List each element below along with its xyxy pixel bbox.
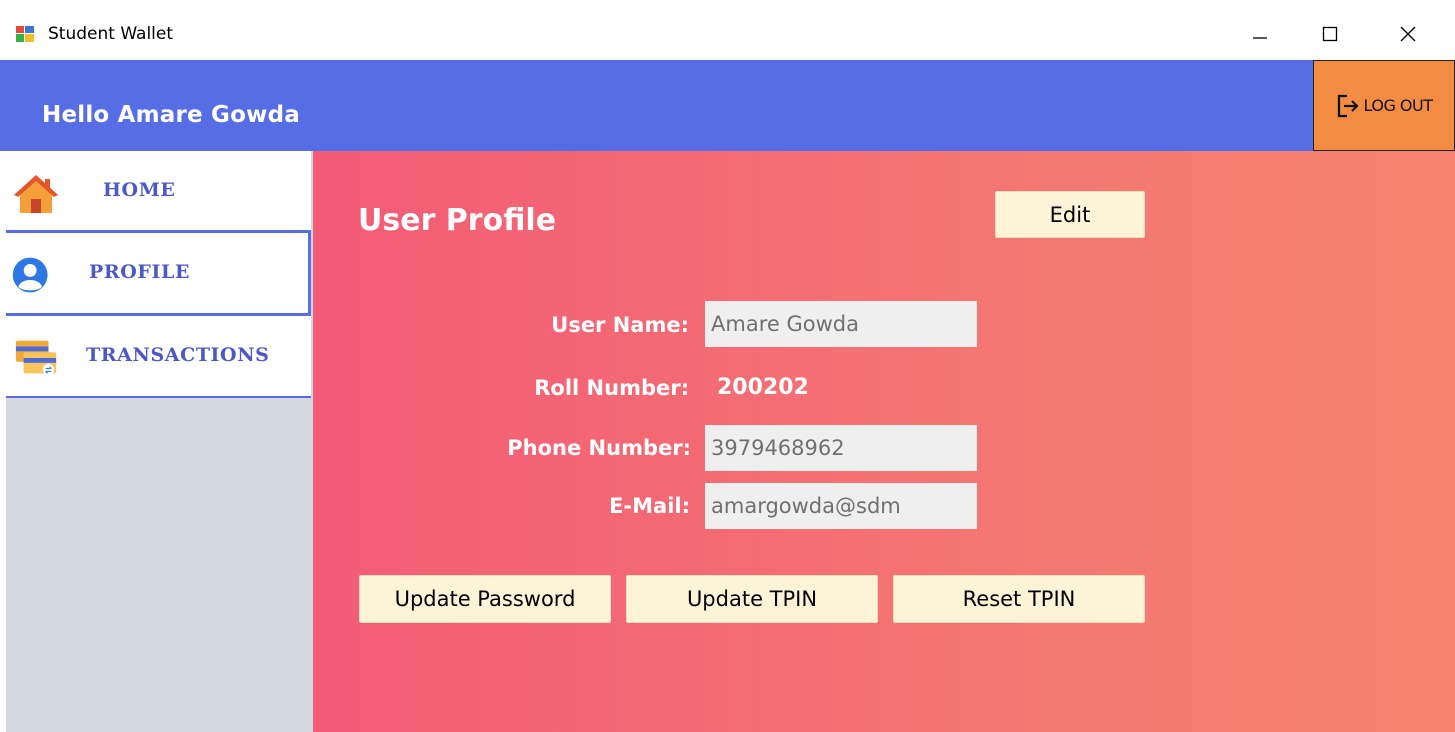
minimize-icon — [1253, 37, 1267, 39]
sidebar-item-home-label: HOME — [103, 179, 176, 201]
logout-button[interactable]: LOG OUT — [1313, 60, 1455, 151]
sidebar-item-home[interactable]: HOME — [6, 151, 311, 233]
greeting-text: Hello Amare Gowda — [42, 102, 300, 128]
home-icon — [14, 175, 58, 213]
app-header: Hello Amare Gowda LOG OUT — [0, 60, 1455, 151]
window-title: Student Wallet — [48, 24, 174, 44]
username-field[interactable]: Amare Gowda — [705, 301, 977, 347]
maximize-icon — [1322, 26, 1338, 42]
logout-label: LOG OUT — [1363, 96, 1434, 115]
profile-panel: User Profile Edit User Name: Amare Gowda… — [313, 151, 1455, 732]
sidebar-item-profile-label: PROFILE — [89, 261, 191, 283]
roll-number-value: 200202 — [717, 375, 809, 400]
roll-number-label: Roll Number: — [534, 376, 689, 400]
phone-number-label: Phone Number: — [507, 436, 691, 460]
logout-icon — [1337, 94, 1359, 117]
card-icon — [15, 340, 57, 376]
close-icon — [1400, 26, 1416, 42]
email-label: E-Mail: — [609, 494, 690, 518]
phone-number-field[interactable]: 3979468962 — [705, 425, 977, 471]
window-title-bar: Student Wallet — [0, 8, 1455, 60]
maximize-button[interactable] — [1307, 16, 1353, 52]
sidebar-item-profile[interactable]: PROFILE — [6, 233, 311, 316]
minimize-button[interactable] — [1237, 16, 1283, 52]
update-password-button[interactable]: Update Password — [359, 575, 611, 623]
window-app-icon — [16, 26, 34, 42]
user-icon — [12, 257, 48, 293]
page-title: User Profile — [358, 203, 557, 238]
sidebar-item-transactions[interactable]: TRANSACTIONS — [6, 316, 311, 398]
close-button[interactable] — [1385, 16, 1431, 52]
username-label: User Name: — [551, 313, 689, 337]
update-tpin-button[interactable]: Update TPIN — [626, 575, 878, 623]
sidebar: HOME PROFILE TRANSACTIONS — [6, 151, 313, 732]
reset-tpin-button[interactable]: Reset TPIN — [893, 575, 1145, 623]
edit-button[interactable]: Edit — [995, 191, 1145, 238]
email-field[interactable]: amargowda@sdm — [705, 483, 977, 529]
sidebar-item-transactions-label: TRANSACTIONS — [86, 344, 270, 366]
